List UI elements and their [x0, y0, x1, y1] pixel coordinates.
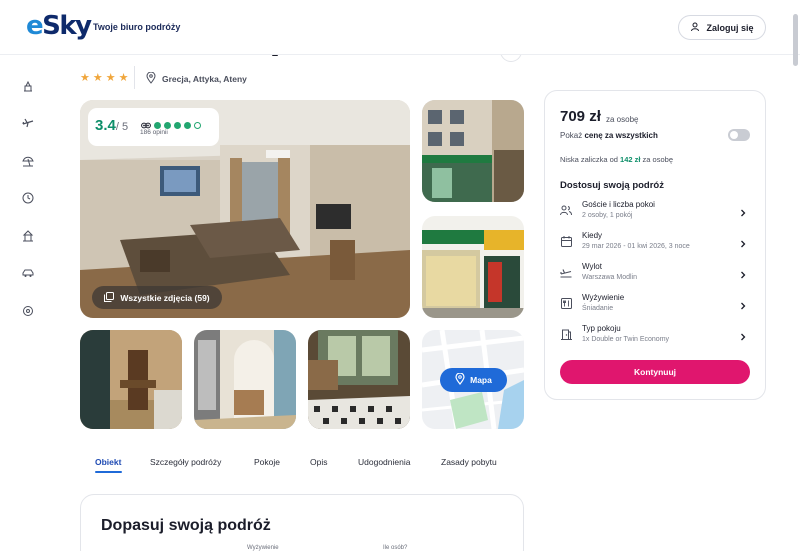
all-photos-button[interactable]: Wszystkie zdjęcia (59) [92, 286, 222, 309]
option-subtitle: 2 osoby, 1 pokój [582, 212, 633, 219]
customize-trip-title: Dopasuj swoją podróż [101, 517, 271, 534]
hotel-exterior-photo[interactable] [422, 100, 524, 202]
chevron-right-icon [738, 205, 748, 217]
rating-score: 3.4/ 5 [95, 117, 129, 134]
flight-icon[interactable] [21, 116, 35, 130]
top-header: eSky Twoje biuro podróży Zaloguj się [0, 0, 800, 55]
opinions-count: 186 opinii [140, 129, 168, 136]
people-field-label: Ile osób? [383, 545, 408, 551]
tab-pokoje[interactable]: Pokoje [254, 457, 280, 467]
rating-dot-filled [154, 121, 161, 129]
show-total-toggle[interactable] [728, 129, 750, 141]
departure-icon [560, 266, 572, 278]
location-pin-icon [455, 372, 465, 387]
car-icon[interactable] [21, 266, 35, 280]
tab-szczegoly-podrozy[interactable]: Szczegóły podróży [150, 457, 221, 467]
option-title: Goście i liczba pokoi [582, 200, 655, 209]
guests-icon [560, 204, 572, 216]
hotel-hall-photo[interactable] [308, 330, 410, 429]
customize-trip-card: Dopasuj swoją podróż Wyżywienie Ile osób… [80, 494, 524, 551]
tab-udogodnienia[interactable]: Udogodnienia [358, 457, 410, 467]
hotel-chair-photo[interactable] [80, 330, 182, 429]
location-text: Grecja, Attyka, Ateny [162, 74, 247, 84]
option-room-type[interactable]: Typ pokoju 1x Double or Twin Economy [545, 324, 767, 354]
chevron-right-icon [738, 298, 748, 310]
show-total-label: Pokaż cenę za wszystkich [560, 131, 658, 140]
beach-icon[interactable] [21, 154, 35, 168]
customize-title: Dostosuj swoją podróż [560, 180, 664, 191]
deposit-info: Niska zaliczka od 142 zł za osobę [560, 155, 673, 164]
side-navigation [0, 55, 58, 551]
rating-dot-empty [194, 121, 201, 129]
all-photos-label: Wszystkie zdjęcia (59) [120, 292, 210, 303]
option-title: Typ pokoju [582, 324, 621, 333]
rating-dot-filled [164, 121, 171, 129]
option-title: Kiedy [582, 231, 603, 240]
gallery-icon [104, 291, 115, 304]
tagline: Twoje biuro podróży [93, 22, 181, 32]
rating-dot-filled [174, 121, 181, 129]
tab-zasady-pobytu[interactable]: Zasady pobytu [441, 457, 497, 467]
option-departure[interactable]: Wylot Warszawa Modlin [545, 262, 767, 292]
tab-opis[interactable]: Opis [310, 457, 327, 467]
rating-card: 3.4/ 5 186 opinii [88, 108, 219, 146]
login-label: Zaloguj się [706, 22, 754, 33]
booking-panel: 709 zł za osobę Pokaż cenę za wszystkich… [544, 90, 766, 400]
meal-field-label: Wyżywienie [247, 545, 279, 551]
user-icon [690, 22, 700, 34]
option-subtitle: 29 mar 2026 - 01 kwi 2026, 3 noce [582, 243, 690, 250]
hotel-lobby-photo[interactable] [194, 330, 296, 429]
option-guests[interactable]: Goście i liczba pokoi 2 osoby, 1 pokój [545, 200, 767, 230]
option-meal[interactable]: Wyżywienie Śniadanie [545, 293, 767, 323]
login-button[interactable]: Zaloguj się [678, 15, 766, 40]
calendar-icon [560, 235, 572, 247]
option-subtitle: Śniadanie [582, 305, 614, 312]
option-dates[interactable]: Kiedy 29 mar 2026 - 01 kwi 2026, 3 noce [545, 231, 767, 261]
page-scrollbar[interactable] [793, 14, 798, 66]
option-title: Wylot [582, 262, 602, 271]
option-subtitle: Warszawa Modlin [582, 274, 637, 281]
divider [134, 66, 135, 89]
meal-icon [560, 297, 572, 309]
tour-icon[interactable] [21, 229, 35, 243]
chevron-right-icon [738, 267, 748, 279]
chevron-right-icon [738, 236, 748, 248]
price-unit: za osobę [606, 115, 639, 124]
price: 709 zł [560, 108, 601, 125]
map-label: Mapa [470, 375, 492, 385]
hotel-location: Grecja, Attyka, Ateny [146, 71, 247, 86]
map-button[interactable]: Mapa [440, 368, 507, 392]
clock-icon[interactable] [21, 191, 35, 205]
room-icon [560, 328, 572, 340]
hotel-icon[interactable] [21, 79, 35, 93]
hotel-stars: ★★★★ [80, 72, 132, 84]
continue-button[interactable]: Kontynuuj [560, 360, 750, 384]
tab-obiekt[interactable]: Obiekt [95, 457, 121, 467]
settings-icon[interactable] [21, 304, 35, 318]
active-tab-indicator [95, 471, 122, 473]
option-subtitle: 1x Double or Twin Economy [582, 336, 670, 343]
rating-dot-filled [184, 121, 191, 129]
chevron-right-icon [738, 329, 748, 341]
esky-logo[interactable]: eSky [26, 11, 92, 41]
option-title: Wyżywienie [582, 293, 625, 302]
hotel-shop-photo[interactable] [422, 216, 524, 318]
location-pin-icon [146, 71, 156, 86]
